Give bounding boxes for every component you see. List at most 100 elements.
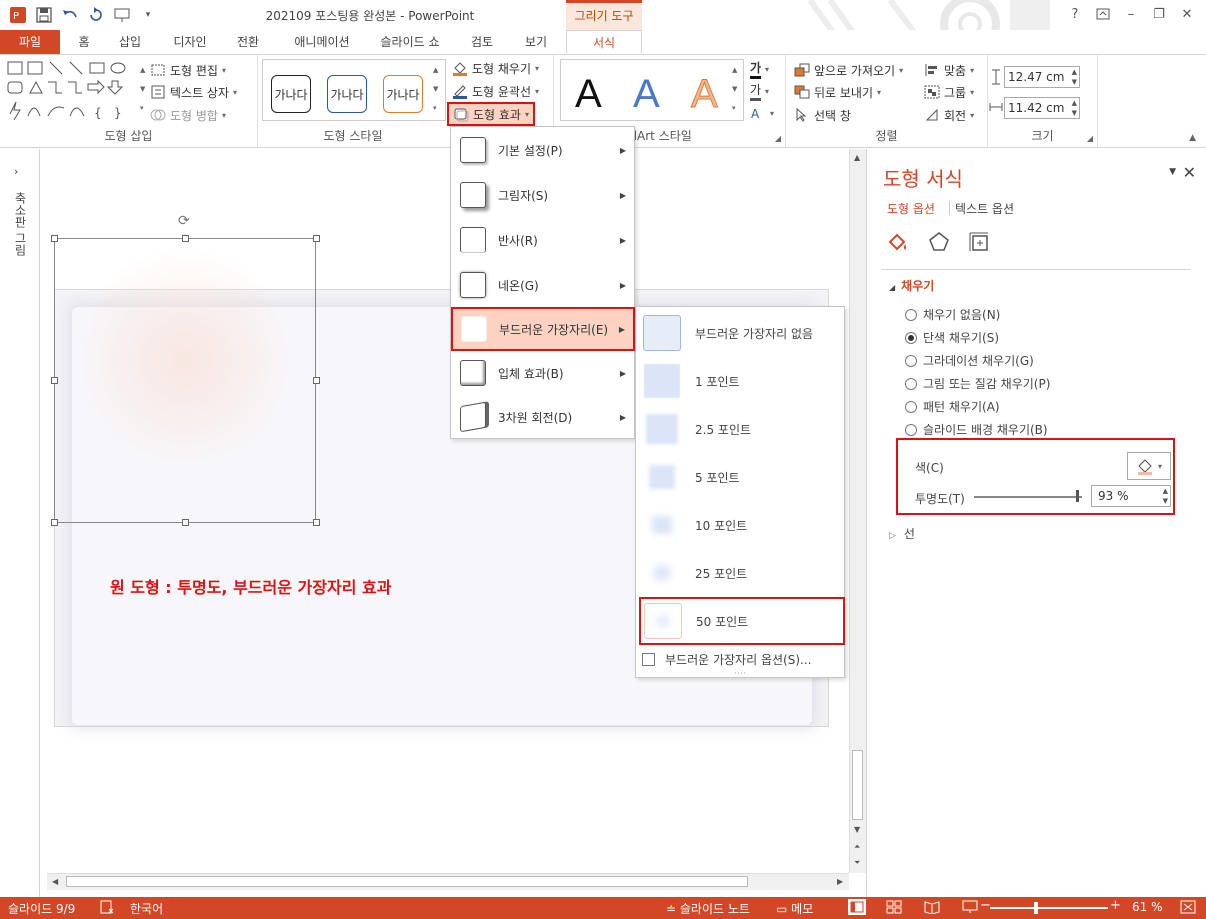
merge-shapes-button[interactable]: 도형 병합 ▾ <box>150 105 226 125</box>
size-properties-icon[interactable] <box>966 229 992 255</box>
shape-style-gallery[interactable]: 가나다 가나다 가나다 <box>262 59 446 121</box>
shape-style-gallery-scroll[interactable]: ▲ ▼ ▾ <box>433 61 443 119</box>
soft-edge-option-none[interactable]: 부드러운 가장자리 없음 <box>640 309 842 357</box>
tab-review[interactable]: 검토 <box>462 30 502 54</box>
scroll-left-icon[interactable]: ◀ <box>52 877 58 886</box>
transparency-slider[interactable] <box>974 496 1082 498</box>
vertical-scroll-thumb[interactable] <box>852 750 863 820</box>
fill-option-none[interactable]: 채우기 없음(N) <box>905 306 1000 323</box>
comments-button[interactable]: ▭ 메모 <box>776 900 813 917</box>
collapse-ribbon-icon[interactable]: ▲ <box>1189 133 1196 143</box>
zoom-out-button[interactable]: − <box>980 898 991 913</box>
fill-option-solid[interactable]: 단색 채우기(S) <box>905 329 999 346</box>
resize-handle[interactable] <box>313 519 320 526</box>
expand-thumbnails-icon[interactable]: › <box>14 165 18 178</box>
zoom-in-button[interactable]: + <box>1110 898 1121 913</box>
help-button[interactable]: ? <box>1064 5 1086 23</box>
soft-edge-option-50pt[interactable]: 50 포인트 <box>639 597 845 645</box>
selection-pane-button[interactable]: 선택 창 <box>794 105 851 125</box>
slideshow-view-icon[interactable] <box>962 900 978 917</box>
zoom-level[interactable]: 61 % <box>1132 900 1163 914</box>
tab-slideshow[interactable]: 슬라이드 쇼 <box>372 30 448 54</box>
spelling-check-icon[interactable] <box>100 900 114 917</box>
shape-effects-button[interactable]: 도형 효과 ▾ <box>447 102 535 126</box>
resize-handle[interactable] <box>182 235 189 242</box>
resize-handle[interactable] <box>51 235 58 242</box>
resize-handle[interactable] <box>51 519 58 526</box>
tab-transitions[interactable]: 전환 <box>226 30 270 54</box>
tab-file[interactable]: 파일 <box>0 30 60 54</box>
thumbnail-pane-label[interactable]: 축소판 그림 <box>12 192 29 256</box>
resize-handle[interactable] <box>313 377 320 384</box>
reading-view-icon[interactable] <box>924 900 940 917</box>
transparency-slider-thumb[interactable] <box>1076 490 1079 502</box>
resize-handle[interactable] <box>51 377 58 384</box>
shape-height-input[interactable]: 12.47 cm ▲ ▼ <box>1004 66 1080 88</box>
rotate-handle-icon[interactable]: ⟳ <box>178 213 190 229</box>
tab-format[interactable]: 서식 <box>566 30 642 55</box>
wordart-style-orange[interactable]: A <box>691 72 719 117</box>
bring-forward-button[interactable]: 앞으로 가져오기 ▾ <box>794 60 903 80</box>
fill-color-button[interactable]: ▾ <box>1127 452 1171 480</box>
menu-item-reflection[interactable]: 반사(R) ▶ <box>452 218 634 262</box>
group-button[interactable]: 그룹 ▾ <box>924 82 974 102</box>
close-icon[interactable]: ✕ <box>1183 163 1196 182</box>
menu-resize-grip[interactable]: ···· <box>636 669 844 679</box>
close-button[interactable]: ✕ <box>1176 5 1198 23</box>
notes-button[interactable]: ≐ 슬라이드 노트 <box>666 900 750 917</box>
send-backward-button[interactable]: 뒤로 보내기 ▾ <box>794 82 881 102</box>
soft-edge-options-checkbox[interactable] <box>642 653 655 666</box>
wordart-gallery-scroll[interactable]: ▲ ▼ ▾ <box>732 61 742 119</box>
previous-slide-icon[interactable]: ⏶ <box>854 842 860 852</box>
slide-sorter-icon[interactable] <box>886 900 902 917</box>
menu-item-shadow[interactable]: 그림자(S) ▶ <box>452 173 634 217</box>
soft-edge-option-10pt[interactable]: 10 포인트 <box>640 501 842 549</box>
fill-line-icon[interactable] <box>885 229 911 255</box>
scroll-up-icon[interactable]: ▲ <box>854 153 860 162</box>
menu-item-bevel[interactable]: 입체 효과(B) ▶ <box>452 351 634 395</box>
zoom-slider[interactable] <box>990 907 1108 909</box>
line-section-header[interactable]: ▷ 선 <box>889 525 915 542</box>
text-outline-button[interactable]: 가 ▾ <box>750 81 769 101</box>
minimize-button[interactable]: – <box>1120 5 1142 23</box>
fill-option-gradient[interactable]: 그라데이션 채우기(G) <box>905 352 1034 369</box>
radio-picture[interactable] <box>905 377 917 390</box>
effects-pentagon-icon[interactable] <box>926 229 952 255</box>
resize-handle[interactable] <box>313 235 320 242</box>
shape-outline-button[interactable]: 도형 윤곽선 ▾ <box>452 81 539 101</box>
wordart-style-blue[interactable]: A <box>633 72 660 117</box>
ribbon-display-button[interactable] <box>1092 5 1114 23</box>
shape-selection-box[interactable] <box>54 238 316 523</box>
tab-shape-options[interactable]: 도형 옵션 <box>887 200 935 217</box>
next-slide-icon[interactable]: ⏷ <box>854 858 860 868</box>
text-effects-button[interactable]: A ▾ <box>750 103 774 123</box>
wordart-dialog-launcher-icon[interactable]: ◢ <box>775 134 781 143</box>
normal-view-icon[interactable] <box>848 899 866 915</box>
spin-arrows-icon[interactable]: ▲ ▼ <box>1072 67 1077 87</box>
fit-to-window-icon[interactable] <box>1180 900 1196 917</box>
soft-edge-option-25pt[interactable]: 25 포인트 <box>640 549 842 597</box>
radio-solid[interactable] <box>905 331 917 344</box>
tab-view[interactable]: 보기 <box>514 30 558 54</box>
fill-option-pattern[interactable]: 패턴 채우기(A) <box>905 398 1000 415</box>
zoom-slider-thumb[interactable] <box>1034 902 1038 914</box>
menu-item-3d-rotation[interactable]: 3차원 회전(D) ▶ <box>452 395 634 439</box>
shape-fill-button[interactable]: 도형 채우기 ▾ <box>452 58 539 78</box>
shape-style-thumb[interactable]: 가나다 <box>271 75 311 113</box>
align-button[interactable]: 맞춤 ▾ <box>924 60 974 80</box>
shape-width-input[interactable]: 11.42 cm ▲ ▼ <box>1004 97 1080 119</box>
soft-edge-option-1pt[interactable]: 1 포인트 <box>640 357 842 405</box>
radio-slide-background[interactable] <box>905 423 917 436</box>
pane-options-icon[interactable]: ▼ <box>1169 167 1176 177</box>
shape-style-thumb[interactable]: 가나다 <box>383 75 423 113</box>
edit-shape-button[interactable]: 도형 편집 ▾ <box>150 60 226 80</box>
text-fill-button[interactable]: 가 ▾ <box>750 59 769 79</box>
tab-home[interactable]: 홈 <box>66 30 102 54</box>
tab-animations[interactable]: 애니메이션 <box>282 30 362 54</box>
horizontal-scroll-thumb[interactable] <box>66 876 748 887</box>
slide-indicator[interactable]: 슬라이드 9/9 <box>8 900 75 917</box>
scroll-right-icon[interactable]: ▶ <box>837 877 843 886</box>
fill-section-header[interactable]: ◢ 채우기 <box>889 277 934 294</box>
tab-insert[interactable]: 삽입 <box>110 30 150 54</box>
radio-pattern[interactable] <box>905 400 917 413</box>
